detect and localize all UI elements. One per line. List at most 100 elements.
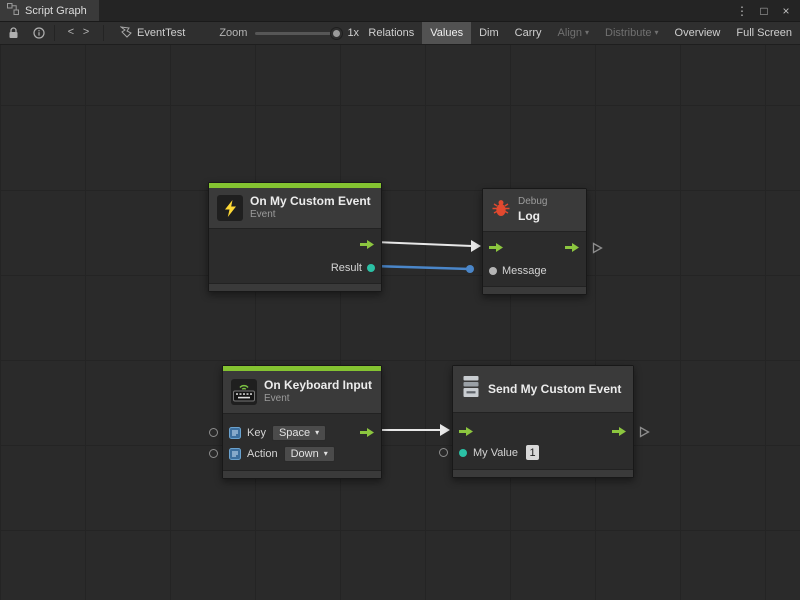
- flow-output-port[interactable]: [360, 239, 375, 250]
- unconnected-flow-indicator[interactable]: [592, 242, 603, 254]
- key-input-row: Key Space ▾: [223, 422, 381, 443]
- graph-toolbar: < > EventTest Zoom 1x Relations Values D…: [0, 22, 800, 45]
- flow-output-port[interactable]: [612, 426, 627, 437]
- lock-button[interactable]: [0, 22, 26, 44]
- flow-output-row: [209, 233, 381, 256]
- node-footer: [453, 469, 633, 477]
- result-output-port[interactable]: [367, 264, 375, 272]
- zoom-label: Zoom: [219, 27, 247, 39]
- flow-output-port[interactable]: [360, 427, 375, 438]
- toolbar-separator: [103, 25, 104, 41]
- toolbar-buttons: Relations Values Dim Carry Align ▾ Distr…: [360, 22, 800, 44]
- lightning-icon: [217, 195, 243, 221]
- node-title: Log: [518, 209, 547, 224]
- node-header: On Keyboard Input Event: [223, 371, 381, 413]
- node-body: Result: [209, 228, 381, 283]
- node-header: Send My Custom Event: [453, 366, 633, 412]
- action-dropdown-value: Down: [291, 448, 319, 460]
- action-dropdown[interactable]: Down ▾: [284, 446, 335, 462]
- keyboard-icon: [231, 379, 257, 405]
- code-view-button[interactable]: < >: [57, 22, 101, 44]
- press-state-type-icon: [229, 448, 241, 460]
- node-title: On Keyboard Input: [264, 378, 372, 393]
- distribute-button[interactable]: Distribute ▾: [597, 22, 666, 44]
- node-debug-log[interactable]: Debug Log Message: [482, 188, 587, 295]
- window-menu-icon[interactable]: ⋮: [733, 2, 751, 20]
- node-footer: [209, 283, 381, 291]
- window-controls: ⋮ □ ×: [733, 0, 800, 21]
- node-title: Send My Custom Event: [488, 382, 621, 396]
- tab-script-graph[interactable]: Script Graph: [0, 0, 99, 21]
- zoom-slider[interactable]: [255, 32, 339, 35]
- graph-reference[interactable]: EventTest: [112, 22, 193, 44]
- send-event-icon: [461, 375, 481, 403]
- flow-row: [483, 236, 586, 259]
- chevron-down-icon: ▾: [324, 450, 328, 458]
- action-port-label: Action: [247, 448, 278, 460]
- graph-name: EventTest: [137, 27, 185, 39]
- my-value-external-port[interactable]: [439, 448, 448, 457]
- relations-button[interactable]: Relations: [360, 22, 422, 44]
- node-subtitle: Event: [250, 209, 371, 222]
- maximize-icon[interactable]: □: [755, 2, 773, 20]
- flow-input-port[interactable]: [489, 242, 504, 253]
- chevron-down-icon: ▾: [655, 29, 659, 37]
- message-input-port[interactable]: [489, 267, 497, 275]
- node-on-keyboard-input[interactable]: On Keyboard Input Event Key Space ▾ Acti…: [222, 365, 382, 479]
- chevron-down-icon: ▾: [315, 429, 319, 437]
- message-input-row: Message: [483, 259, 586, 282]
- my-value-field[interactable]: 1: [526, 445, 539, 460]
- keycode-type-icon: [229, 427, 241, 439]
- node-body: My Value 1: [453, 412, 633, 469]
- flow-input-port[interactable]: [459, 426, 474, 437]
- result-output-row: Result: [209, 256, 381, 279]
- full-screen-button[interactable]: Full Screen: [728, 22, 800, 44]
- node-send-my-custom-event[interactable]: Send My Custom Event My Value 1: [452, 365, 634, 478]
- node-footer: [223, 470, 381, 478]
- close-icon[interactable]: ×: [777, 2, 795, 20]
- unconnected-flow-indicator[interactable]: [639, 426, 650, 438]
- node-footer: [483, 286, 586, 294]
- result-port-label: Result: [331, 262, 362, 274]
- flow-output-port[interactable]: [565, 242, 580, 253]
- flow-row: [453, 421, 633, 442]
- overview-button[interactable]: Overview: [667, 22, 729, 44]
- carry-button[interactable]: Carry: [507, 22, 550, 44]
- graph-asset-icon: [120, 26, 132, 41]
- node-category: Debug: [518, 196, 547, 209]
- my-value-port-label: My Value: [473, 447, 518, 459]
- node-body: Key Space ▾ Action Down ▾: [223, 413, 381, 470]
- align-label: Align: [558, 27, 582, 39]
- node-subtitle: Event: [264, 393, 372, 406]
- script-graph-icon: [7, 3, 19, 18]
- node-header: On My Custom Event Event: [209, 188, 381, 228]
- dim-button[interactable]: Dim: [471, 22, 507, 44]
- key-dropdown-value: Space: [279, 427, 310, 439]
- my-value-input-port[interactable]: [459, 449, 467, 457]
- distribute-label: Distribute: [605, 27, 651, 39]
- node-title: On My Custom Event: [250, 194, 371, 209]
- graph-canvas[interactable]: [0, 45, 800, 600]
- zoom-value: 1x: [347, 27, 359, 39]
- chevron-down-icon: ▾: [585, 29, 589, 37]
- inspect-button[interactable]: [26, 22, 52, 44]
- action-input-port[interactable]: [209, 449, 218, 458]
- action-input-row: Action Down ▾: [223, 443, 381, 464]
- values-button[interactable]: Values: [422, 22, 471, 44]
- my-value-input-row: My Value 1: [453, 442, 633, 463]
- info-icon: [33, 27, 45, 39]
- zoom-cluster: Zoom 1x: [219, 22, 359, 44]
- window-titlebar: Script Graph ⋮ □ ×: [0, 0, 800, 22]
- bug-icon: [491, 198, 511, 223]
- node-body: Message: [483, 231, 586, 286]
- key-port-label: Key: [247, 427, 266, 439]
- toolbar-separator: [54, 25, 55, 41]
- lock-icon: [8, 27, 19, 39]
- tab-title: Script Graph: [25, 5, 87, 17]
- node-on-my-custom-event[interactable]: On My Custom Event Event Result: [208, 182, 382, 292]
- align-button[interactable]: Align ▾: [550, 22, 597, 44]
- key-dropdown[interactable]: Space ▾: [272, 425, 326, 441]
- node-header: Debug Log: [483, 189, 586, 231]
- key-input-port[interactable]: [209, 428, 218, 437]
- zoom-slider-knob[interactable]: [331, 28, 342, 39]
